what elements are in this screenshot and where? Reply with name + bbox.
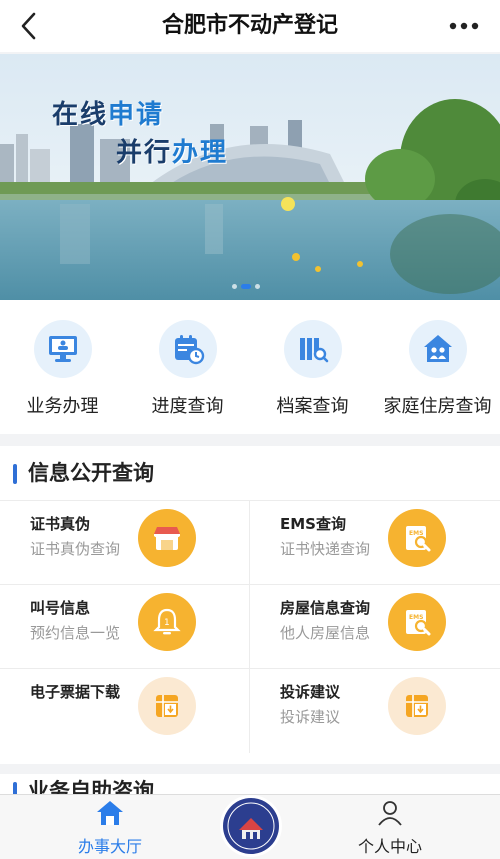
bottom-tab-bar: 办事大厅 个人中心 — [0, 794, 500, 859]
bell-number-icon: 1 — [138, 593, 196, 651]
grid-item-subtitle: 证书快递查询 — [280, 540, 371, 558]
tab-home-label: 办事大厅 — [77, 837, 142, 856]
banner-headline-1: 在线申请 — [52, 100, 165, 130]
grid-item-subtitle: 他人房屋信息 — [280, 624, 371, 642]
grid-item-e-invoice[interactable]: 电子票据下载 — [0, 669, 249, 751]
grid-item-title: 投诉建议 — [280, 683, 341, 701]
quick-label: 业务办理 — [26, 396, 99, 417]
quick-label: 进度查询 — [151, 396, 224, 417]
grid-item-certificate-verify[interactable]: 证书真伪 证书真伪查询 — [0, 501, 249, 583]
registration-emblem[interactable] — [220, 795, 282, 857]
grid-item-title: EMS查询 — [280, 515, 346, 533]
quick-actions: 业务办理 进度查询 档案查询 家庭住房查询 — [0, 300, 500, 434]
section-header: 信息公开查询 — [0, 446, 500, 501]
section-accent-bar — [13, 464, 17, 484]
home-icon — [97, 801, 123, 825]
carousel-dot-active[interactable] — [241, 284, 251, 289]
download-grid-icon — [388, 677, 446, 735]
top-bar: 合肥市不动产登记 — [0, 0, 500, 52]
grid-item-queue-info[interactable]: 叫号信息 预约信息一览 1 — [0, 585, 249, 667]
quick-family-housing[interactable]: 家庭住房查询 — [375, 320, 500, 418]
carousel-indicator[interactable] — [232, 284, 260, 289]
page-title: 合肥市不动产登记 — [161, 13, 338, 38]
more-dots-icon — [449, 22, 479, 30]
grid-item-ems[interactable]: EMS查询 证书快递查询 EMS — [250, 501, 499, 583]
section-title: 信息公开查询 — [28, 461, 154, 485]
promo-banner[interactable]: 在线申请 并行办理 — [0, 54, 500, 300]
download-grid-icon — [138, 677, 196, 735]
carousel-dot[interactable] — [255, 284, 260, 289]
quick-business[interactable]: 业务办理 — [0, 320, 125, 418]
real-estate-registration-logo — [223, 798, 279, 854]
svg-text:1: 1 — [164, 618, 170, 628]
tab-profile-label: 个人中心 — [357, 837, 422, 856]
quick-progress[interactable]: 进度查询 — [125, 320, 250, 418]
info-public-section: 信息公开查询 证书真伪 证书真伪查询 EMS查询 证书快递查询 EMS 叫号信息… — [0, 446, 500, 764]
banner-headline-2: 并行办理 — [116, 138, 229, 168]
ems-search-icon: EMS — [388, 593, 446, 651]
grid-item-complaint[interactable]: 投诉建议 投诉建议 — [250, 669, 499, 751]
archive-search-icon — [283, 320, 342, 378]
quick-archive[interactable]: 档案查询 — [250, 320, 375, 418]
tab-profile[interactable]: 个人中心 — [320, 799, 460, 857]
quick-label: 家庭住房查询 — [383, 396, 492, 417]
tab-home[interactable]: 办事大厅 — [40, 799, 180, 857]
grid-item-subtitle: 投诉建议 — [280, 708, 341, 726]
grid-item-subtitle: 证书真伪查询 — [30, 540, 121, 558]
grid-item-subtitle: 预约信息一览 — [30, 624, 121, 642]
grid-item-title: 叫号信息 — [30, 599, 91, 617]
user-icon — [378, 801, 402, 826]
quick-label: 档案查询 — [276, 396, 349, 417]
ems-search-icon: EMS — [388, 509, 446, 567]
city-lake-image — [0, 54, 500, 300]
grid-item-title: 房屋信息查询 — [280, 599, 371, 617]
shop-icon — [138, 509, 196, 567]
grid-item-house-info[interactable]: 房屋信息查询 他人房屋信息 EMS — [250, 585, 499, 667]
computer-service-icon — [33, 320, 92, 378]
grid-item-title: 电子票据下载 — [30, 683, 121, 701]
carousel-dot[interactable] — [232, 284, 237, 289]
more-button[interactable] — [444, 10, 484, 42]
house-family-icon — [408, 320, 467, 378]
grid-item-title: 证书真伪 — [30, 515, 91, 533]
calendar-clock-icon — [158, 320, 217, 378]
